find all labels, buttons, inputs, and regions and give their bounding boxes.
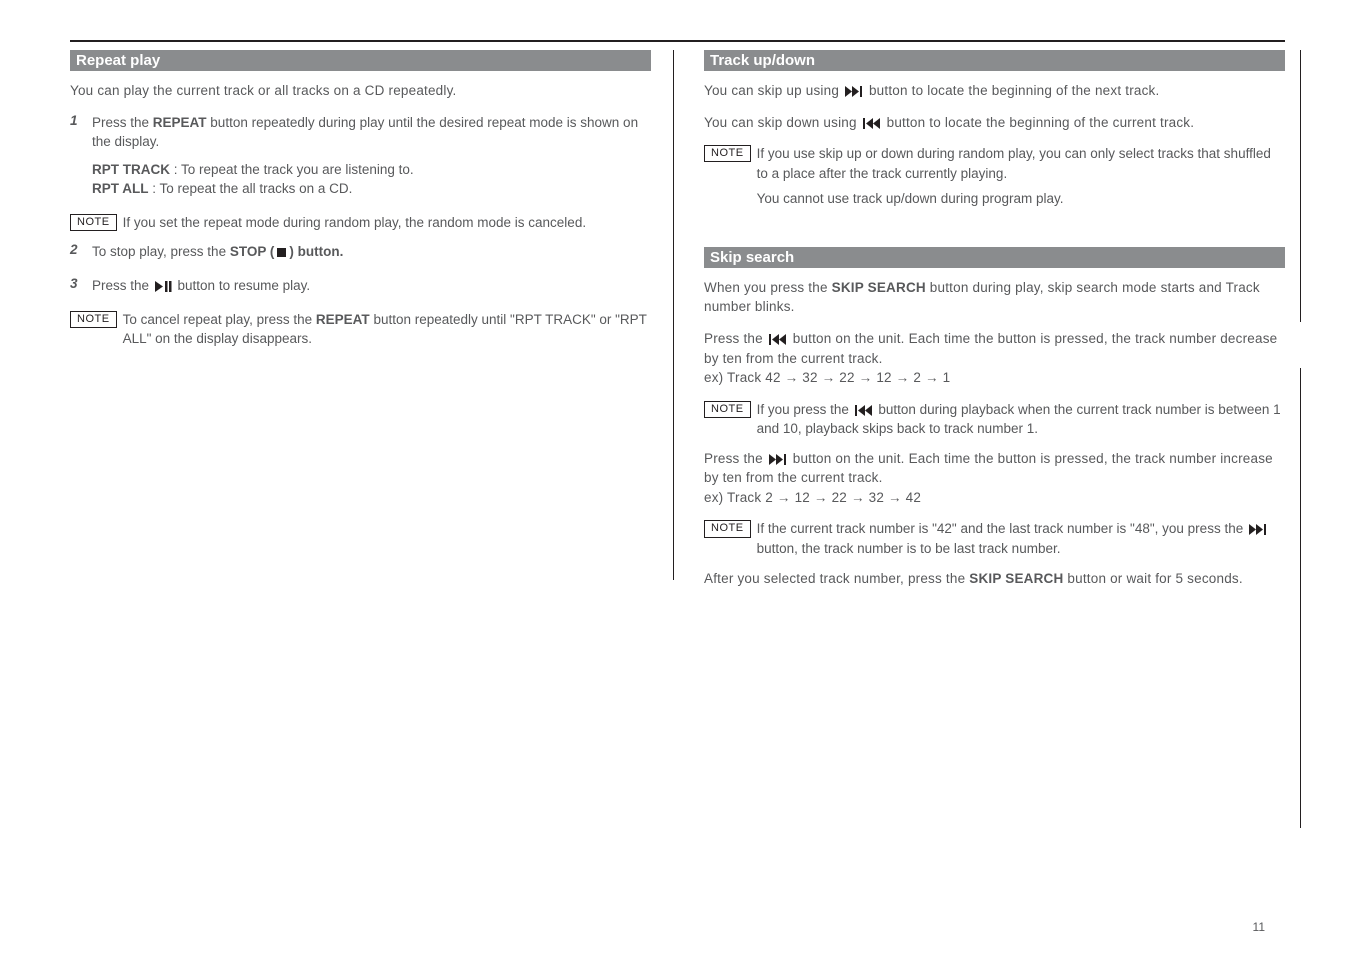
skip-back-block: Press the button on the unit. Each time … <box>704 329 1285 388</box>
skip-forward-block: Press the button on the unit. Each time … <box>704 449 1285 508</box>
skip-note-1: NOTE If you press the button during play… <box>704 400 1285 439</box>
section-header-repeat: Repeat play <box>70 50 651 71</box>
track-down-line: You can skip down using button to locate… <box>704 113 1285 133</box>
skip-back-icon <box>863 118 881 129</box>
track-up-line: You can skip up using button to locate t… <box>704 81 1285 101</box>
skip-search-end: After you selected track number, press t… <box>704 569 1285 589</box>
page-number: 11 <box>1253 920 1265 934</box>
repeat-note-1: NOTE If you set the repeat mode during r… <box>70 213 651 233</box>
stop-icon <box>276 247 287 258</box>
play-pause-icon <box>155 281 172 292</box>
skip-search-intro: When you press the SKIP SEARCH button du… <box>704 278 1285 317</box>
repeat-step-2: 2 To stop play, press the STOP () button… <box>70 242 651 262</box>
skip-forward-icon <box>769 454 787 465</box>
section-header-skip-search: Skip search <box>704 247 1285 268</box>
track-note-1: NOTE If you use skip up or down during r… <box>704 144 1285 209</box>
repeat-step-3: 3 Press the button to resume play. <box>70 276 651 296</box>
skip-forward-icon <box>1249 524 1267 535</box>
repeat-step-1: 1 Press the REPEAT button repeatedly dur… <box>70 113 651 199</box>
repeat-note-2: NOTE To cancel repeat play, press the RE… <box>70 310 651 349</box>
skip-back-icon <box>769 334 787 345</box>
skip-back-icon <box>855 405 873 416</box>
repeat-intro: You can play the current track or all tr… <box>70 81 651 101</box>
skip-forward-icon <box>845 86 863 97</box>
skip-note-2: NOTE If the current track number is "42"… <box>704 519 1285 558</box>
section-header-track-updown: Track up/down <box>704 50 1285 71</box>
